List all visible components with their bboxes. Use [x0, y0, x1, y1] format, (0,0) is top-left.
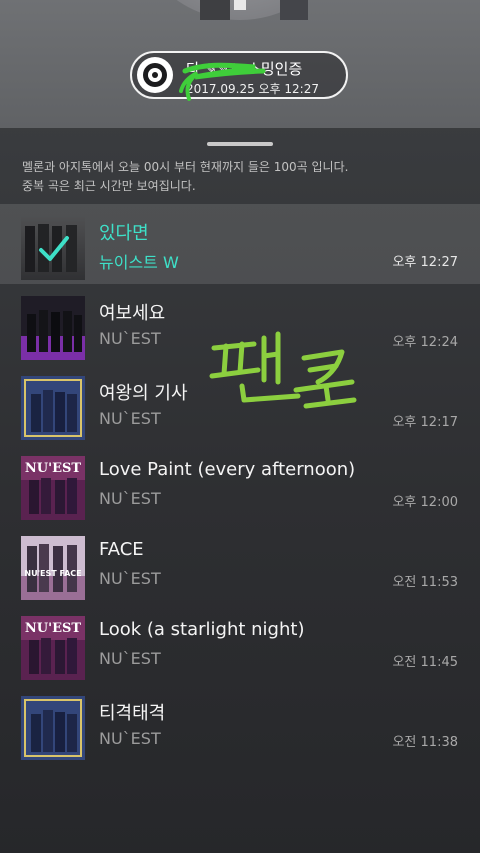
track-played-time: 오후 12:00 — [392, 495, 458, 510]
album-thumbnail — [21, 216, 85, 280]
history-panel: 멜론과 아지톡에서 오늘 00시 부터 현재까지 들은 100곡 입니다. 중복… — [0, 128, 480, 853]
track-row[interactable]: NU'EST Love Paint (every afternoon) NU`E… — [0, 444, 480, 524]
handwritten-annotation — [209, 331, 357, 409]
svg-text:NU'EST: NU'EST — [25, 461, 81, 476]
track-artist: NU`EST — [99, 649, 161, 668]
album-art-top — [130, 0, 350, 20]
track-title: 있다면 — [99, 223, 149, 244]
svg-text:NU'EST: NU'EST — [25, 621, 81, 636]
track-title: Love Paint (every afternoon) — [99, 459, 356, 480]
track-artist: NU`EST — [99, 409, 161, 428]
track-artist: NU`EST — [99, 489, 161, 508]
track-title: 티격태격 — [99, 703, 166, 724]
track-row[interactable]: NU'EST FACE FACE NU`EST 오전 11:53 — [0, 524, 480, 604]
track-played-time: 오전 11:53 — [392, 575, 458, 590]
track-row[interactable]: 있다면 뉴이스트 W 오후 12:27 — [0, 204, 480, 284]
track-row[interactable]: 티격태격 NU`EST 오전 11:38 — [0, 684, 480, 764]
album-thumbnail: NU'EST — [21, 456, 85, 520]
track-played-time: 오전 11:38 — [392, 735, 458, 750]
track-artist: NU`EST — [99, 569, 161, 588]
vinyl-disc-icon — [137, 57, 173, 93]
track-played-time: 오전 11:45 — [392, 655, 458, 670]
track-played-time: 오후 12:17 — [392, 415, 458, 430]
scribble-redaction — [179, 62, 266, 101]
track-artist: NU`EST — [99, 729, 161, 748]
header-background: 다 ✎✎✎ 스밍인증 2017.09.25 오후 12:27 — [0, 0, 480, 128]
track-title: Look (a starlight night) — [99, 619, 305, 640]
track-title: 여보세요 — [99, 303, 166, 324]
track-row[interactable]: NU'EST Look (a starlight night) NU`EST 오… — [0, 604, 480, 684]
album-thumbnail — [21, 376, 85, 440]
track-played-time: 오후 12:24 — [392, 335, 458, 350]
check-icon — [21, 216, 85, 280]
track-title: FACE — [99, 539, 144, 560]
drag-handle[interactable] — [207, 142, 273, 146]
track-title: 여왕의 기사 — [99, 383, 188, 404]
track-played-time: 오후 12:27 — [392, 255, 458, 270]
album-thumbnail: NU'EST — [21, 616, 85, 680]
album-thumbnail — [21, 296, 85, 360]
track-artist: 뉴이스트 W — [99, 253, 179, 272]
track-artist: NU`EST — [99, 329, 161, 348]
svg-text:NU'EST FACE: NU'EST FACE — [24, 569, 81, 578]
album-thumbnail — [21, 696, 85, 760]
album-thumbnail: NU'EST FACE — [21, 536, 85, 600]
history-notice: 멜론과 아지톡에서 오늘 00시 부터 현재까지 들은 100곡 입니다. 중복… — [22, 160, 349, 193]
